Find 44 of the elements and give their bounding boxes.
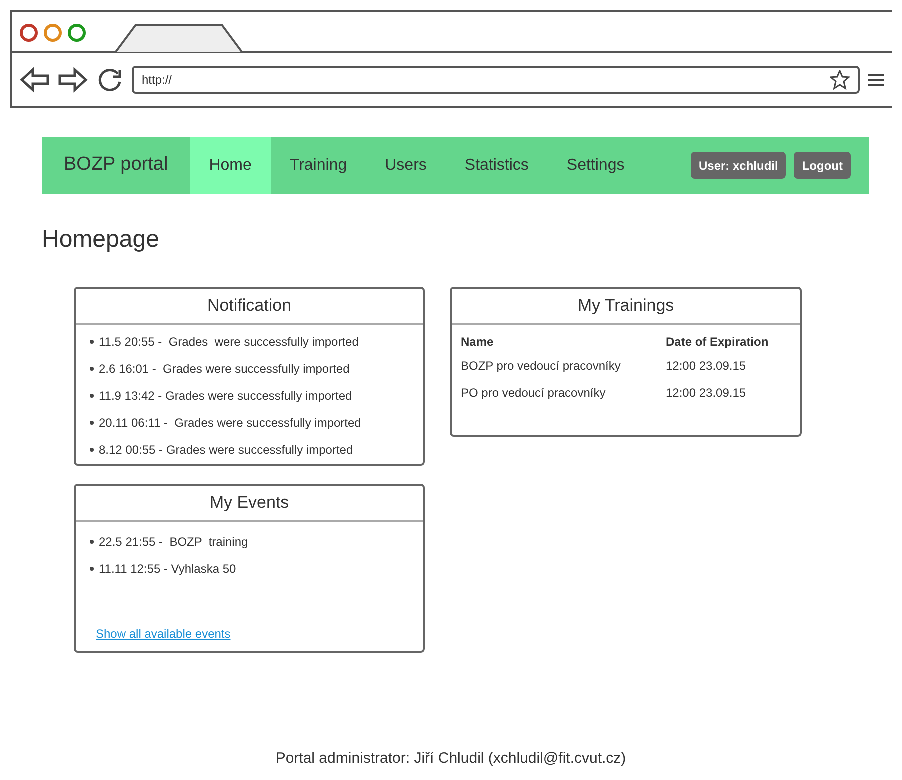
panel-title: My Trainings bbox=[452, 289, 800, 324]
table-cell-text: 12:00 23.09.15 bbox=[666, 385, 748, 402]
column-header: Date of Expiration bbox=[666, 334, 770, 350]
nav-tab[interactable]: Users bbox=[366, 137, 446, 194]
table-cell-text: BOZP pro vedoucí pracovníky bbox=[461, 358, 622, 375]
url-text: http:// bbox=[142, 72, 172, 88]
column-header: Name bbox=[461, 334, 495, 350]
notification-text: 11.5 20:55 - Grades were successfully imported bbox=[99, 334, 359, 351]
nav-tab[interactable]: Training bbox=[270, 137, 366, 194]
notification-text: 8.12 00:55 - Grades were successfully imported bbox=[99, 442, 354, 459]
bullet-icon bbox=[90, 421, 94, 425]
minimize-window-icon[interactable] bbox=[44, 24, 62, 42]
close-window-icon[interactable] bbox=[20, 24, 38, 42]
bullet-icon bbox=[90, 340, 94, 344]
table-cell-text: PO pro vedoucí pracovníky bbox=[461, 385, 607, 402]
star-icon[interactable] bbox=[830, 70, 850, 90]
user-button[interactable]: User: xchludil bbox=[690, 152, 786, 179]
notification-text: 20.11 06:11 - Grades were successfully imported bbox=[99, 415, 362, 432]
page-heading: Homepage bbox=[42, 228, 160, 252]
maximize-window-icon[interactable] bbox=[68, 24, 86, 42]
show-events-link[interactable]: Show all available events bbox=[96, 625, 231, 643]
bullet-icon bbox=[90, 367, 94, 371]
bullet-icon bbox=[90, 567, 94, 571]
brand-title[interactable]: BOZP portal bbox=[42, 151, 190, 180]
address-bar[interactable]: http:// bbox=[132, 66, 860, 94]
bullet-icon bbox=[90, 540, 94, 544]
notification-text: 11.9 13:42 - Grades were successfully imported bbox=[99, 388, 352, 405]
event-text: 11.11 12:55 - Vyhlaska 50 bbox=[99, 561, 236, 578]
notification-text: 2.6 16:01 - Grades were successfully imported bbox=[99, 361, 350, 378]
footer-text: Portal administrator: Jiří Chludil (xchludil@fit.cvut.cz) bbox=[276, 749, 626, 769]
back-icon[interactable] bbox=[20, 66, 50, 92]
nav-tab[interactable]: Statistics bbox=[446, 137, 548, 194]
event-text: 22.5 21:55 - BOZP training bbox=[99, 534, 248, 551]
forward-icon[interactable] bbox=[58, 66, 88, 92]
table-cell-text: 12:00 23.09.15 bbox=[666, 358, 748, 375]
nav-tab[interactable]: Settings bbox=[548, 137, 644, 194]
bullet-icon bbox=[90, 394, 94, 398]
panel-title: Notification bbox=[76, 289, 423, 324]
panel-title: My Events bbox=[76, 486, 423, 522]
bullet-icon bbox=[90, 448, 94, 452]
logout-button[interactable]: Logout bbox=[794, 152, 851, 179]
browser-tab[interactable] bbox=[114, 23, 244, 53]
menu-icon[interactable] bbox=[868, 72, 884, 86]
nav-tab[interactable]: Home bbox=[190, 137, 271, 194]
